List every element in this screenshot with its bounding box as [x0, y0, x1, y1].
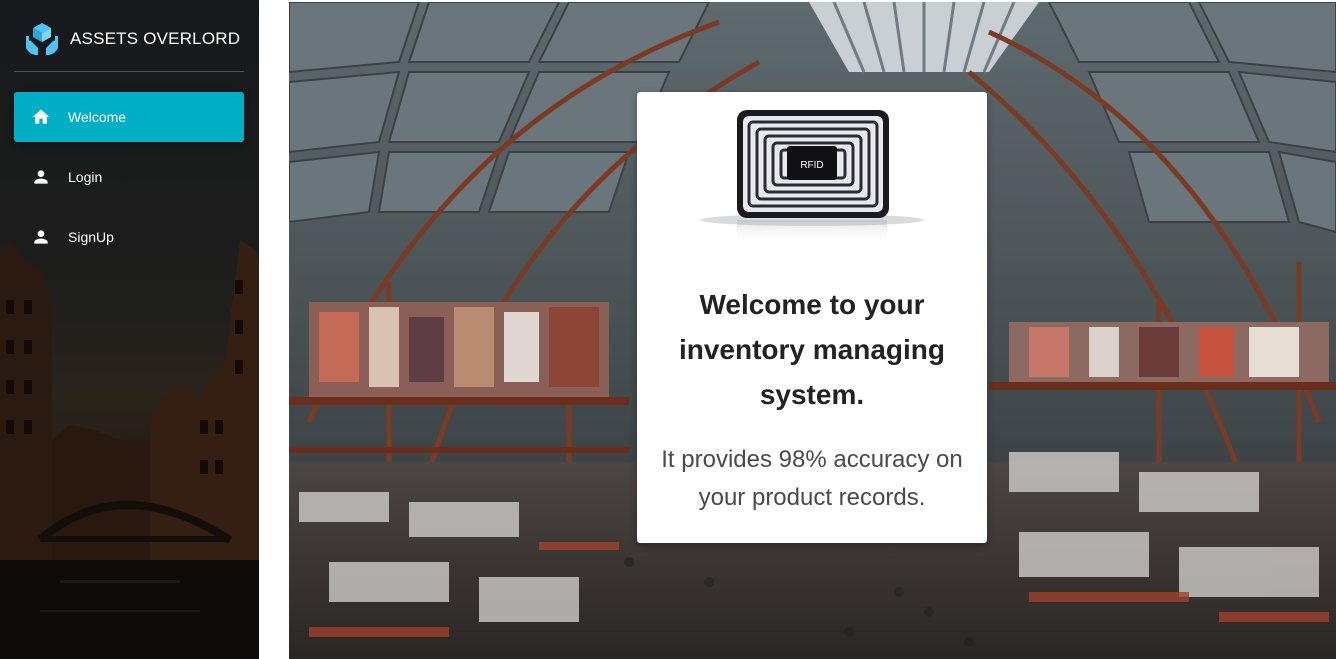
sidebar-item-label: Login — [68, 169, 103, 185]
content-gutter — [259, 0, 289, 659]
home-icon — [30, 106, 52, 128]
sidebar-item-welcome[interactable]: Welcome — [14, 92, 244, 142]
card-description: It provides 98% accuracy on your product… — [661, 446, 963, 511]
sidebar-item-login[interactable]: Login — [14, 152, 244, 202]
sidebar: ASSETS OVERLORD Welcome Login SignUp — [0, 0, 259, 659]
sidebar-nav: Welcome Login SignUp — [14, 92, 244, 272]
app-window: ASSETS OVERLORD Welcome Login SignUp RFI… — [0, 0, 1336, 659]
brand[interactable]: ASSETS OVERLORD — [14, 10, 244, 72]
sidebar-item-label: SignUp — [68, 229, 114, 245]
rfid-label: RFID — [800, 160, 823, 171]
welcome-card: RFID Welcome to your inventory managing … — [637, 92, 987, 543]
person-icon — [30, 226, 52, 248]
hands-box-logo-icon — [22, 19, 62, 59]
sidebar-item-label: Welcome — [68, 109, 127, 125]
person-icon — [30, 166, 52, 188]
rfid-chip-image: RFID — [700, 110, 924, 242]
brand-title: ASSETS OVERLORD — [70, 28, 241, 48]
sidebar-item-signup[interactable]: SignUp — [14, 212, 244, 262]
card-title: Welcome to your inventory managing syste… — [678, 289, 946, 410]
